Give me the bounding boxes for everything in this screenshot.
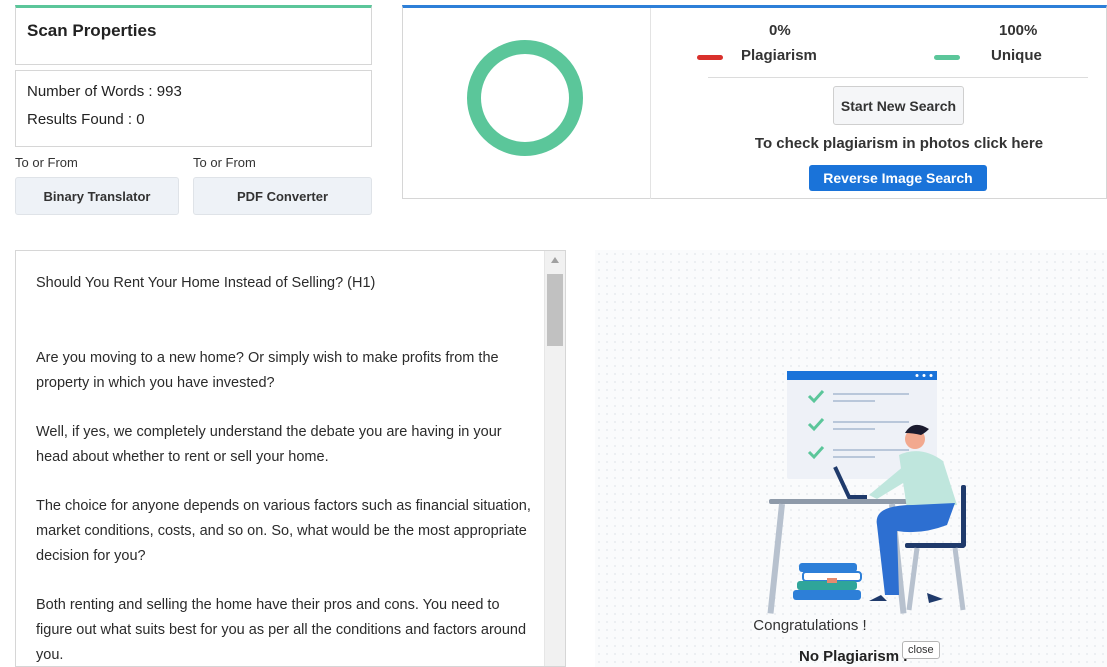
plagiarism-legend-label: Plagiarism: [741, 47, 817, 64]
result-illustration-panel: Congratulations ! No Plagiarism F close: [595, 250, 1107, 667]
paragraph: The choice for anyone depends on various…: [36, 498, 531, 564]
uniqueness-donut-chart: [467, 40, 583, 156]
close-tooltip[interactable]: close: [902, 641, 940, 659]
scan-stats-panel: Number of Words : 993 Results Found : 0: [15, 70, 372, 147]
scroll-up-arrow-icon[interactable]: [551, 257, 559, 263]
scrollbar-thumb[interactable]: [547, 274, 563, 346]
panel-divider: [650, 8, 651, 199]
congratulations-message: Congratulations !: [753, 617, 867, 634]
legend-divider: [708, 77, 1088, 78]
chair: [905, 543, 965, 548]
books: [799, 563, 857, 572]
plagiarism-percent: 0%: [769, 22, 791, 39]
plagiarism-legend-swatch: [697, 55, 723, 60]
paragraph: Both renting and selling the home have t…: [36, 597, 527, 663]
vertical-scrollbar[interactable]: [544, 251, 565, 666]
tool-label-binary: To or From: [15, 155, 78, 170]
paragraph: Are you moving to a new home? Or simply …: [36, 350, 499, 391]
binary-translator-button[interactable]: Binary Translator: [15, 177, 179, 215]
result-panel: 0% 100% Plagiarism Unique Start New Sear…: [402, 5, 1107, 199]
document-text-area[interactable]: Should You Rent Your Home Instead of Sel…: [15, 250, 566, 667]
scan-properties-title: Scan Properties: [27, 21, 157, 40]
tool-label-pdf: To or From: [193, 155, 256, 170]
scan-properties-panel: Scan Properties: [15, 5, 372, 65]
desk: [769, 499, 917, 504]
document-content[interactable]: Should You Rent Your Home Instead of Sel…: [36, 271, 531, 666]
donut-unique-ring: [467, 40, 583, 156]
number-of-words: Number of Words : 993: [27, 83, 182, 100]
document-heading: Should You Rent Your Home Instead of Sel…: [36, 275, 376, 291]
no-plagiarism-message: No Plagiarism F: [799, 648, 913, 665]
unique-legend-label: Unique: [991, 47, 1042, 64]
reverse-image-search-button[interactable]: Reverse Image Search: [809, 165, 987, 191]
unique-legend-swatch: [934, 55, 960, 60]
unique-percent: 100%: [999, 22, 1038, 39]
person-at-laptop-illustration: [767, 371, 966, 614]
start-new-search-button[interactable]: Start New Search: [833, 86, 964, 125]
pdf-converter-button[interactable]: PDF Converter: [193, 177, 372, 215]
photo-check-hint: To check plagiarism in photos click here: [754, 135, 1044, 152]
paragraph: Well, if yes, we completely understand t…: [36, 424, 502, 465]
results-found: Results Found : 0: [27, 111, 145, 128]
